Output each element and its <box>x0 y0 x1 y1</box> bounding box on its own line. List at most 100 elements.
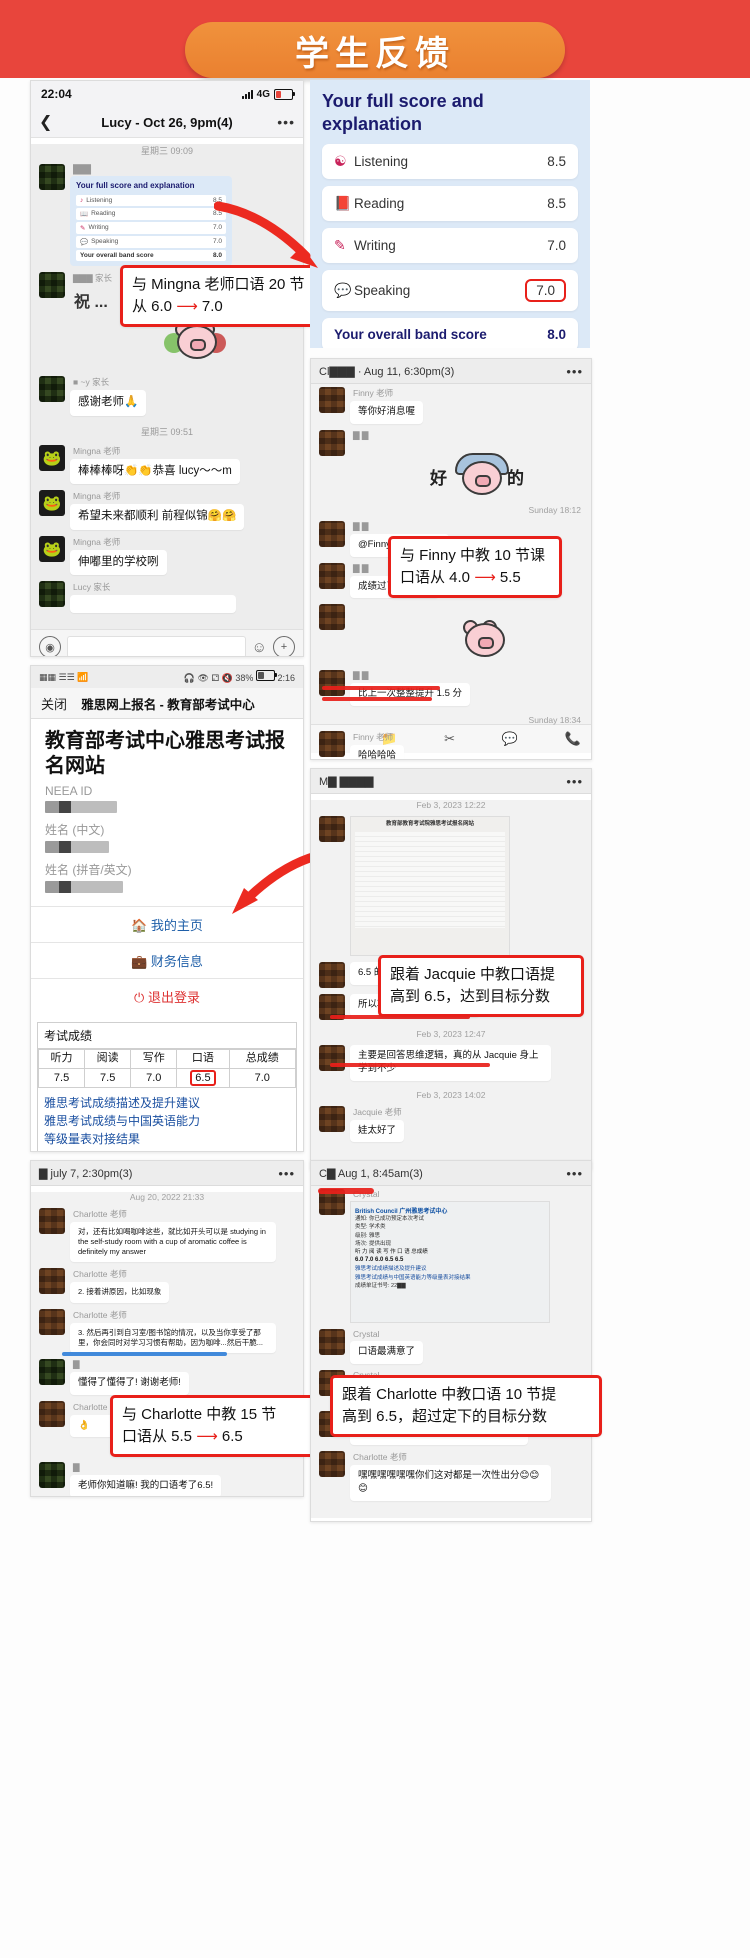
score-label: Listening <box>354 154 409 169</box>
annotation-charlotte-10: 跟着 Charlotte 中教口语 10 节提 高到 6.5，超过定下的目标分数 <box>330 1375 602 1437</box>
shared-screenshot[interactable]: 教育部教育考试院雅思考试报名网站 <box>350 816 510 956</box>
total-value: 8.0 <box>547 327 566 342</box>
feedback-collage: 学生反馈 22:04 4G ❮ Lucy - Oct 26, 9pm(4) ••… <box>0 0 750 1958</box>
more-icon[interactable]: ••• <box>566 1166 583 1181</box>
link-cse-alignment-2[interactable]: 等级量表对接结果 <box>44 1130 290 1148</box>
message-text: 2. 接着讲原因，比如现象 <box>70 1282 170 1303</box>
link-logout[interactable]: ⏻ 退出登录 <box>31 978 303 1014</box>
score-label: Listening <box>86 197 113 205</box>
speech-bubble-icon: 💬 <box>334 282 352 298</box>
status-right: 🎧 👁 ⚁ 🔇 38% 2:16 <box>184 670 295 684</box>
score-label: Writing <box>88 224 109 232</box>
chat-navbar: ❮ Lucy - Oct 26, 9pm(4) ••• <box>31 107 303 138</box>
screenshot-org: British Council 广州雅思考试中心 <box>355 1209 448 1215</box>
wechat-header: Cl▇▇▇ · Aug 11, 6:30pm(3) ••• <box>311 359 591 384</box>
chevron-left-icon[interactable]: ❮ <box>39 112 61 132</box>
more-icon[interactable]: ••• <box>278 1166 295 1181</box>
day-divider: 星期三 09:09 <box>140 146 194 156</box>
embedded-score-card: Your full score and explanation ♪ Listen… <box>70 176 232 267</box>
score-label: Speaking <box>354 283 411 298</box>
avatar <box>319 731 345 758</box>
more-icon[interactable]: ••• <box>566 364 583 379</box>
annotation-line-1: 跟着 Jacquie 中教口语提 <box>390 966 556 983</box>
shared-screenshot[interactable]: British Council 广州雅思考试中心 通知: 你已成功预定本次考试 … <box>350 1201 550 1323</box>
field-value-neea-id <box>45 798 289 816</box>
avatar <box>319 604 345 631</box>
th-writing: 写作 <box>130 1049 178 1069</box>
embedded-card-title: Your full score and explanation <box>76 181 195 190</box>
message-row: Charlotte 老师 对，还有比如喝咖啡这些，就比如开头可以是 studyi… <box>31 1205 303 1265</box>
chat-name: Cl▇▇▇ · Aug 11, 6:30pm(3) <box>319 365 455 378</box>
close-button[interactable]: 关闭 <box>41 694 67 713</box>
avatar <box>319 1451 345 1478</box>
sender-name: Mingna 老师 <box>73 536 121 547</box>
annotation-charlotte-15: 与 Charlotte 中教 15 节 口语从 5.5 ⟶ 6.5 <box>110 1395 319 1457</box>
annotation-line-1: 与 Charlotte 中教 15 节 <box>122 1406 277 1423</box>
sender-name: ▇ <box>73 1462 80 1473</box>
handwriting-text: 祝 ... <box>74 294 108 312</box>
sender-name: Crystal <box>353 1329 380 1339</box>
sticker-pig-confetti <box>369 617 591 661</box>
td-reading: 7.5 <box>84 1067 132 1088</box>
avatar <box>319 670 345 697</box>
table-header-row: 听力 阅读 写作 口语 总成绩 <box>37 1049 297 1069</box>
pen-icon: ✎ <box>334 237 346 253</box>
message-text <box>70 595 236 614</box>
screenshot-line: 场次: 提供出现 <box>355 1240 392 1247</box>
score-row: 📖 Reading 8.5 <box>76 208 226 221</box>
sender-name: Crystal <box>353 1189 380 1199</box>
sticker-pig-hat: 好 的 <box>363 452 591 499</box>
smiley-icon[interactable]: ☺ <box>252 639 267 656</box>
sender-name: ▇ ▇ <box>353 670 369 681</box>
message-text: 等你好消息喔 <box>350 401 424 424</box>
home-icon: 🏠 <box>131 918 148 933</box>
voice-icon[interactable]: ◉ <box>39 636 61 656</box>
site-heading: 教育部考试中心雅思考试报名网站 <box>45 730 285 777</box>
avatar <box>319 562 345 589</box>
message-row: ▇ 懂得了懂得了! 谢谢老师! <box>31 1356 303 1398</box>
chat-title: Lucy - Oct 26, 9pm(4) <box>101 114 233 130</box>
td-total: 7.0 <box>228 1067 297 1088</box>
chat-input-bar[interactable]: ◉ ☺ + <box>31 629 303 656</box>
message-text: 嘿嘿嘿嘿嘿嘿你们这对都是一次性出分😊😊😊 <box>350 1465 551 1502</box>
sender-name: Lucy 家长 <box>73 582 111 593</box>
more-icon[interactable]: ••• <box>566 774 583 789</box>
avatar <box>39 1208 65 1234</box>
td-listening: 7.5 <box>37 1067 86 1088</box>
chat-body: Crystal British Council 广州雅思考试中心 通知: 你已成… <box>311 1186 591 1518</box>
message-input[interactable] <box>67 636 246 656</box>
annotation-line-2: 高到 6.5，超过定下的目标分数 <box>342 1407 548 1425</box>
message-text: 3. 然后再引到自习室/图书馆的情况，以及当你享受了那里，你会同时对学习习惯有帮… <box>70 1322 276 1353</box>
annotation-line-2: 口语从 5.5 ⟶ 6.5 <box>122 1427 243 1445</box>
screenshot-title: 教育部教育考试院雅思考试报名网站 <box>385 821 474 827</box>
screenshot-link: 雅思考试成绩描述及提升建议 <box>355 1266 427 1273</box>
panel-chat-mingna: 22:04 4G ❮ Lucy - Oct 26, 9pm(4) ••• 星期三… <box>30 80 304 657</box>
avatar <box>39 1358 65 1385</box>
message-row: 🐸 Mingna 老师 伸嘟里的学校咧 <box>31 533 303 579</box>
wechat-header: ▇ july 7, 2:30pm(3) ••• <box>31 1161 303 1186</box>
avatar <box>39 272 65 299</box>
message-text: 娃太好了 <box>350 1119 405 1143</box>
header-banner: 学生反馈 <box>0 0 750 78</box>
banner-pill: 学生反馈 <box>185 22 565 78</box>
avatar <box>319 1045 345 1071</box>
power-icon: ⏻ <box>134 990 145 1005</box>
avatar <box>39 1268 65 1295</box>
score-row-total: Your overall band score 8.0 <box>76 250 226 262</box>
avatar-frog: 🐸 <box>39 490 65 517</box>
blue-underline <box>62 1352 227 1356</box>
message-text: 感谢老师🙏 <box>70 390 147 416</box>
avatar-frog: 🐸 <box>39 444 65 471</box>
link-finance-info[interactable]: 💼 财务信息 <box>31 942 303 978</box>
annotation-line-1: 跟着 Charlotte 中教口语 10 节提 <box>342 1386 557 1403</box>
timestamp: Feb 3, 2023 14:02 <box>416 1089 486 1100</box>
sender-name: ■ ~y 家长 <box>73 377 110 388</box>
more-icon[interactable]: ••• <box>273 114 295 130</box>
link-cse-alignment-1[interactable]: 雅思考试成绩与中国英语能力 <box>44 1112 290 1130</box>
avatar <box>319 1105 345 1132</box>
plus-icon[interactable]: + <box>273 636 295 656</box>
avatar <box>319 429 345 456</box>
link-score-description[interactable]: 雅思考试成绩描述及提升建议 <box>44 1094 290 1112</box>
avatar <box>319 387 345 413</box>
screenshot-score-values: 6.0 7.0 6.0 6.5 6.5 <box>355 1257 404 1264</box>
